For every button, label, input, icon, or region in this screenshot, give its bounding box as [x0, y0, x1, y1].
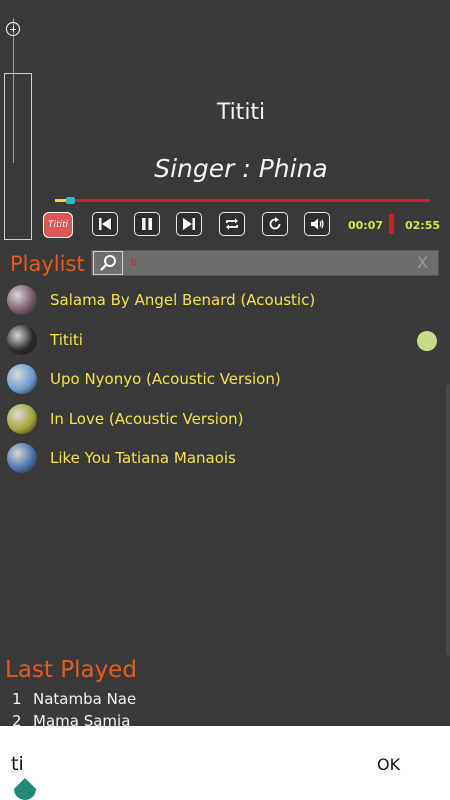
album-art-icon [7, 403, 37, 434]
last-played-item[interactable]: 1 Natamba Nae [12, 690, 136, 708]
previous-button[interactable] [92, 212, 118, 236]
last-played-label: Natamba Nae [33, 690, 137, 708]
repeat-icon [226, 218, 238, 230]
next-button[interactable] [176, 212, 202, 236]
album-art-icon [7, 324, 37, 355]
app-logo: Tititi [43, 212, 73, 238]
search-input[interactable] [127, 253, 405, 273]
volume-slider-handle-icon[interactable] [6, 22, 20, 36]
track-label: Tititi [50, 330, 83, 349]
replay-icon [269, 217, 281, 230]
search-button[interactable] [93, 251, 123, 275]
playlist-track[interactable]: Upo Nyonyo (Acoustic Version) [0, 361, 450, 399]
playlist-title: Playlist [10, 252, 85, 276]
total-time: 02:55 [405, 219, 441, 232]
playlist-track[interactable]: Tititi [0, 322, 450, 360]
track-label: Upo Nyonyo (Acoustic Version) [50, 370, 281, 388]
ok-button[interactable]: OK [377, 755, 400, 774]
singer-line: Singer : Phina [154, 154, 328, 183]
playlist-track[interactable]: In Love (Acoustic Version) [0, 401, 450, 439]
album-art-icon [7, 285, 37, 315]
search-icon [100, 255, 116, 271]
time-separator [389, 214, 394, 234]
replay-button[interactable] [262, 212, 288, 236]
volume-slider-track [13, 18, 14, 163]
album-art-icon [7, 443, 37, 473]
scrollbar[interactable] [446, 385, 449, 655]
last-played-title: Last Played [5, 657, 137, 683]
pause-button[interactable] [134, 212, 160, 236]
text-cursor-handle-icon[interactable] [12, 778, 38, 800]
playlist-track[interactable]: Salama By Angel Benard (Acoustic) [0, 282, 450, 320]
track-label: Like You Tatiana Manaois [50, 449, 236, 467]
progress-bar[interactable] [55, 199, 430, 202]
now-playing-indicator-icon [417, 330, 437, 351]
next-icon [183, 218, 195, 230]
track-label: Salama By Angel Benard (Acoustic) [50, 291, 316, 309]
album-art-icon [7, 364, 37, 394]
last-played-number: 1 [12, 690, 22, 708]
repeat-button[interactable] [219, 212, 245, 236]
playlist-track[interactable]: Like You Tatiana Manaois [0, 440, 450, 478]
song-title: Tititi [216, 100, 266, 125]
progress-thumb[interactable] [66, 197, 75, 204]
current-time: 00:07 [348, 219, 384, 232]
previous-icon [99, 218, 111, 230]
volume-button[interactable] [304, 212, 330, 236]
clear-search-button[interactable]: X [417, 253, 428, 272]
pause-icon [142, 218, 152, 230]
typed-text-preview: ti [11, 753, 24, 775]
speaker-icon [311, 218, 324, 230]
track-label: In Love (Acoustic Version) [50, 409, 244, 428]
